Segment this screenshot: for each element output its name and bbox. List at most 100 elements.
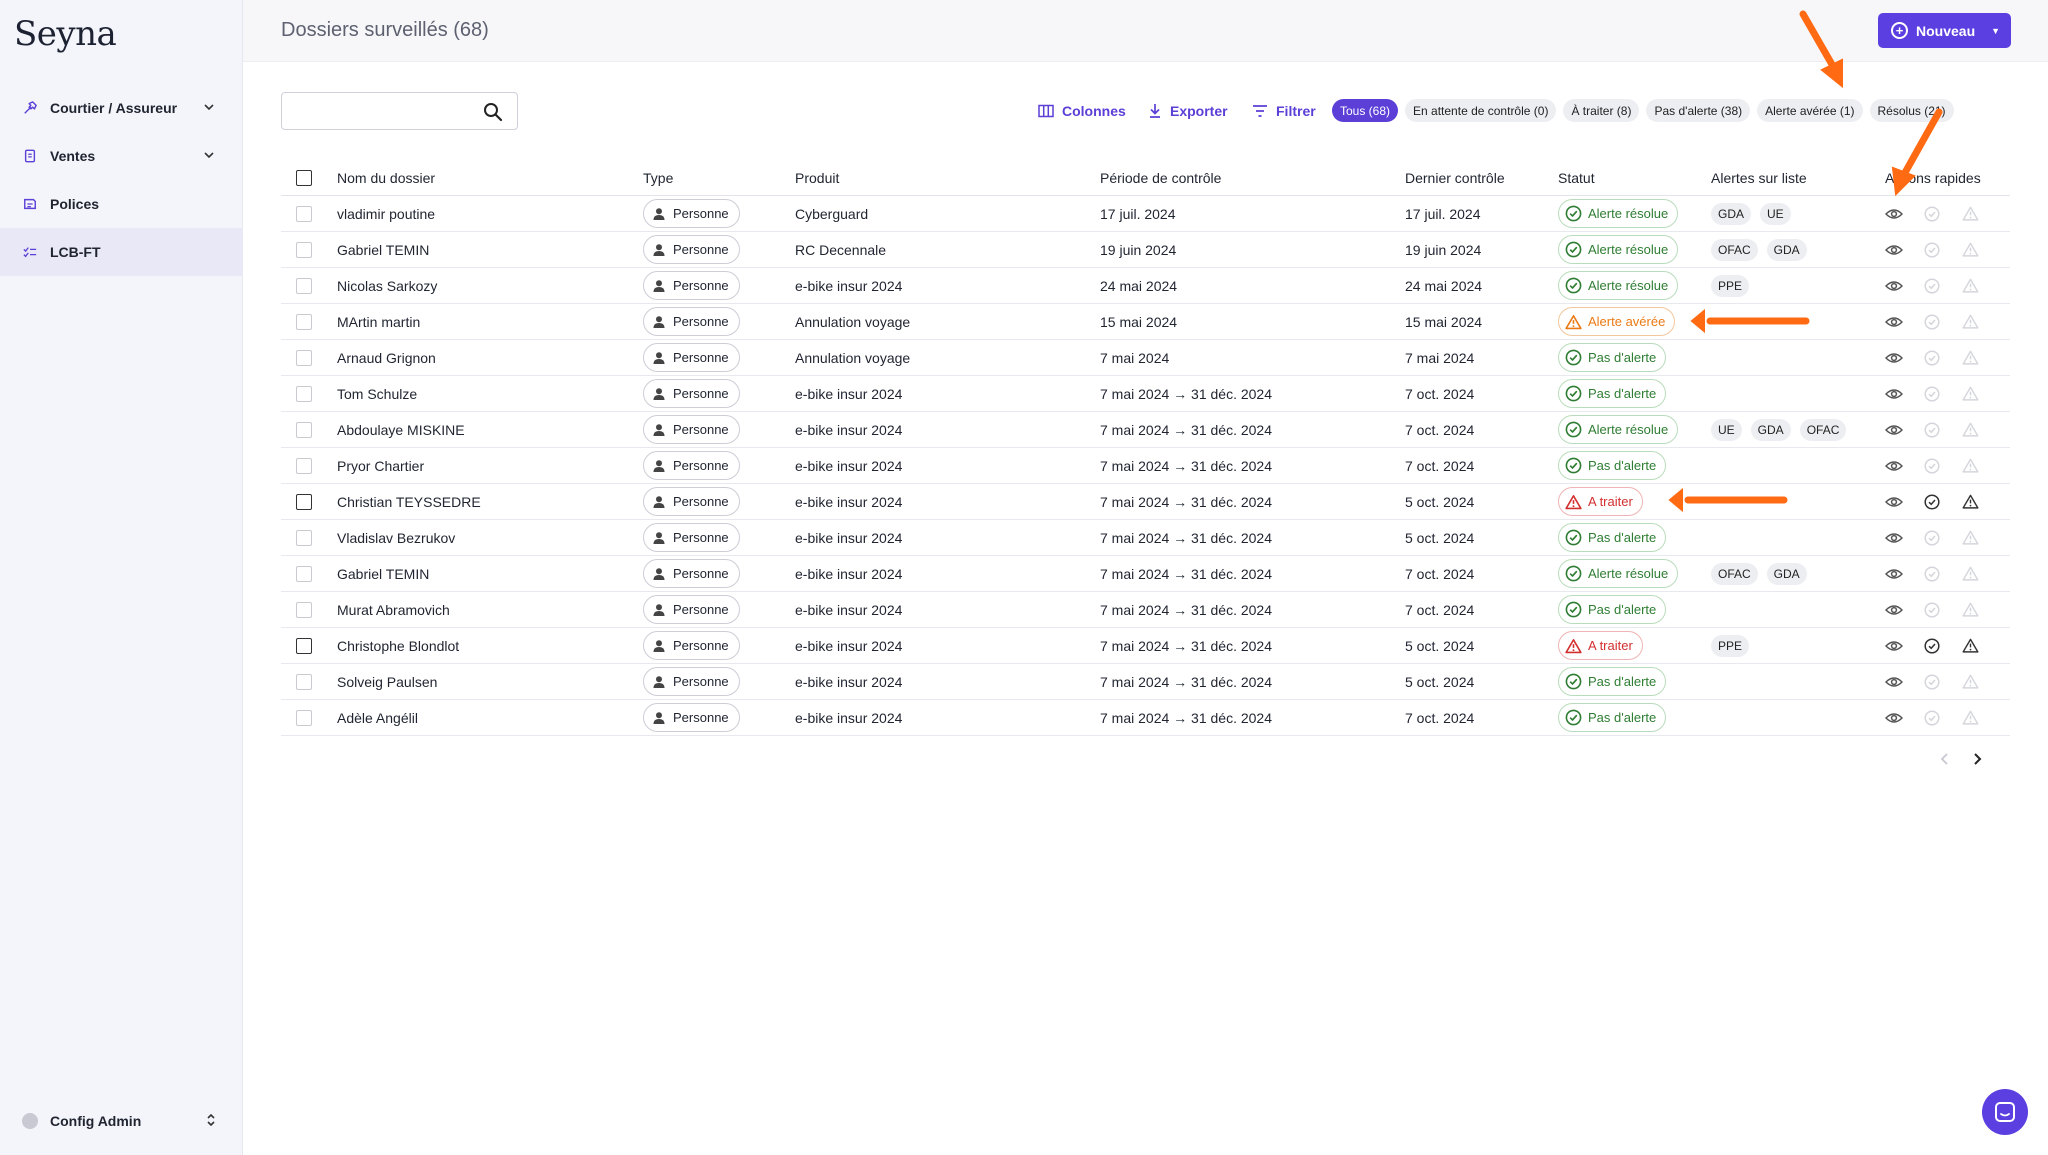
chip-all[interactable]: Tous (68)	[1332, 99, 1399, 122]
table-row[interactable]: Tom Schulze Personne e-bike insur 2024 7 ma…	[281, 376, 2010, 412]
table-row[interactable]: Christian TEYSSEDRE Personne e-bike insur …	[281, 484, 2010, 520]
chip-to-process[interactable]: À traiter (8)	[1563, 99, 1640, 122]
table-row[interactable]: Vladislav Bezrukov Personne e-bike insur 2…	[281, 520, 2010, 556]
app-logo[interactable]: Seyna	[14, 14, 117, 54]
confirm-alert-button[interactable]	[1961, 493, 1979, 511]
view-button[interactable]	[1885, 493, 1903, 511]
next-page-button[interactable]	[1972, 752, 1982, 771]
confirm-alert-button[interactable]	[1961, 637, 1979, 655]
table-row[interactable]: Gabriel TEMIN Personne RC Decennale 19 juin…	[281, 232, 2010, 268]
resolve-button[interactable]	[1923, 277, 1941, 295]
confirm-alert-button[interactable]	[1961, 601, 1979, 619]
resolve-button[interactable]	[1923, 601, 1941, 619]
search-icon[interactable]	[483, 102, 503, 122]
view-button[interactable]	[1885, 529, 1903, 547]
header-type[interactable]: Type	[643, 170, 795, 186]
view-button[interactable]	[1885, 313, 1903, 331]
prev-page-button[interactable]	[1940, 752, 1950, 771]
resolve-button[interactable]	[1923, 709, 1941, 727]
resolve-button[interactable]	[1923, 673, 1941, 691]
row-checkbox[interactable]	[296, 529, 312, 546]
resolve-button[interactable]	[1923, 457, 1941, 475]
resolve-button[interactable]	[1923, 205, 1941, 223]
view-button[interactable]	[1885, 565, 1903, 583]
header-last-check[interactable]: Dernier contrôle	[1405, 170, 1558, 186]
confirm-alert-button[interactable]	[1961, 349, 1979, 367]
new-button[interactable]: + Nouveau ▼	[1878, 13, 2011, 48]
row-checkbox[interactable]	[296, 493, 312, 510]
filter-button[interactable]: Filtrer	[1252, 100, 1316, 122]
row-checkbox[interactable]	[296, 637, 312, 654]
view-button[interactable]	[1885, 673, 1903, 691]
view-button[interactable]	[1885, 385, 1903, 403]
confirm-alert-button[interactable]	[1961, 709, 1979, 727]
resolve-button[interactable]	[1923, 385, 1941, 403]
confirm-alert-button[interactable]	[1961, 529, 1979, 547]
chat-launcher-button[interactable]	[1982, 1089, 2028, 1135]
resolve-button[interactable]	[1923, 421, 1941, 439]
resolve-button[interactable]	[1923, 241, 1941, 259]
view-button[interactable]	[1885, 205, 1903, 223]
view-button[interactable]	[1885, 421, 1903, 439]
confirm-alert-button[interactable]	[1961, 277, 1979, 295]
chip-pending[interactable]: En attente de contrôle (0)	[1405, 99, 1557, 122]
row-checkbox[interactable]	[296, 205, 312, 222]
sidebar-item-courtier-assureur[interactable]: Courtier / Assureur	[0, 84, 243, 132]
confirm-alert-button[interactable]	[1961, 313, 1979, 331]
table-row[interactable]: Solveig Paulsen Personne e-bike insur 2024…	[281, 664, 2010, 700]
header-status[interactable]: Statut	[1558, 170, 1711, 186]
row-checkbox[interactable]	[296, 709, 312, 726]
view-button[interactable]	[1885, 601, 1903, 619]
table-row[interactable]: Nicolas Sarkozy Personne e-bike insur 2024…	[281, 268, 2010, 304]
row-checkbox[interactable]	[296, 385, 312, 402]
resolve-button[interactable]	[1923, 637, 1941, 655]
header-name[interactable]: Nom du dossier	[337, 170, 643, 186]
resolve-button[interactable]	[1923, 349, 1941, 367]
table-row[interactable]: Abdoulaye MISKINE Personne e-bike insur 20…	[281, 412, 2010, 448]
table-row[interactable]: Christophe Blondlot Personne e-bike insur …	[281, 628, 2010, 664]
view-button[interactable]	[1885, 637, 1903, 655]
row-checkbox[interactable]	[296, 313, 312, 330]
confirm-alert-button[interactable]	[1961, 457, 1979, 475]
row-checkbox[interactable]	[296, 601, 312, 618]
chip-confirmed-alert[interactable]: Alerte avérée (1)	[1757, 99, 1863, 122]
search-input[interactable]	[282, 93, 472, 129]
row-checkbox[interactable]	[296, 673, 312, 690]
table-row[interactable]: Gabriel TEMIN Personne e-bike insur 2024 7 …	[281, 556, 2010, 592]
table-row[interactable]: Arnaud Grignon Personne Annulation voyage 7…	[281, 340, 2010, 376]
row-checkbox[interactable]	[296, 277, 312, 294]
select-all-checkbox[interactable]	[296, 169, 312, 186]
resolve-button[interactable]	[1923, 565, 1941, 583]
confirm-alert-button[interactable]	[1961, 673, 1979, 691]
view-button[interactable]	[1885, 457, 1903, 475]
row-checkbox[interactable]	[296, 457, 312, 474]
view-button[interactable]	[1885, 349, 1903, 367]
config-admin-menu[interactable]: Config Admin	[0, 1097, 243, 1145]
table-row[interactable]: Adèle Angélil Personne e-bike insur 2024 7 …	[281, 700, 2010, 736]
header-period[interactable]: Période de contrôle	[1100, 170, 1405, 186]
sidebar-item-ventes[interactable]: Ventes	[0, 132, 243, 180]
confirm-alert-button[interactable]	[1961, 385, 1979, 403]
confirm-alert-button[interactable]	[1961, 205, 1979, 223]
table-row[interactable]: MArtin martin Personne Annulation voyage 15…	[281, 304, 2010, 340]
row-checkbox[interactable]	[296, 241, 312, 258]
view-button[interactable]	[1885, 277, 1903, 295]
chip-resolved[interactable]: Résolus (21)	[1869, 99, 1954, 122]
view-button[interactable]	[1885, 709, 1903, 727]
resolve-button[interactable]	[1923, 493, 1941, 511]
confirm-alert-button[interactable]	[1961, 421, 1979, 439]
resolve-button[interactable]	[1923, 313, 1941, 331]
table-row[interactable]: vladimir poutine Personne Cyberguard 17 jui…	[281, 196, 2010, 232]
columns-button[interactable]: Colonnes	[1038, 100, 1126, 122]
export-button[interactable]: Exporter	[1148, 100, 1228, 122]
sidebar-item-polices[interactable]: Polices	[0, 180, 243, 228]
header-product[interactable]: Produit	[795, 170, 1100, 186]
table-row[interactable]: Pryor Chartier Personne e-bike insur 2024 7…	[281, 448, 2010, 484]
header-list-alerts[interactable]: Alertes sur liste	[1711, 170, 1882, 186]
confirm-alert-button[interactable]	[1961, 241, 1979, 259]
sidebar-item-lcb-ft[interactable]: LCB-FT	[0, 228, 243, 276]
row-checkbox[interactable]	[296, 349, 312, 366]
table-row[interactable]: Murat Abramovich Personne e-bike insur 202…	[281, 592, 2010, 628]
row-checkbox[interactable]	[296, 421, 312, 438]
confirm-alert-button[interactable]	[1961, 565, 1979, 583]
